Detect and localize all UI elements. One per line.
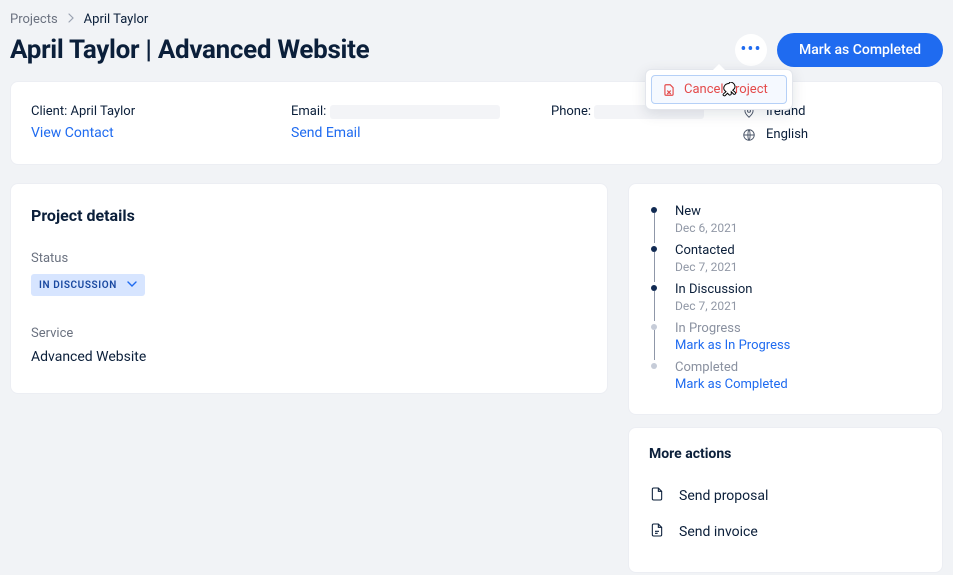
file-icon (649, 486, 665, 506)
timeline-action-link[interactable]: Mark as In Progress (675, 338, 790, 353)
project-details-heading: Project details (31, 206, 587, 225)
timeline-title: Contacted (675, 243, 738, 258)
action-item[interactable]: Send invoice (649, 514, 922, 550)
breadcrumb-root[interactable]: Projects (10, 12, 58, 27)
cancel-file-icon (662, 83, 676, 97)
status-label: Status (31, 251, 587, 266)
globe-icon (742, 128, 756, 142)
timeline-line (654, 330, 655, 360)
mark-completed-button[interactable]: Mark as Completed (777, 33, 943, 67)
page-header: April Taylor | Advanced Website ••• Mark… (10, 33, 943, 81)
timeline-list: New Dec 6, 2021 Contacted Dec 7, 2021 In… (649, 204, 922, 392)
timeline-item: In Progress Mark as In Progress (649, 321, 922, 360)
timeline-title: In Discussion (675, 282, 753, 297)
project-details-panel: Project details Status IN DISCUSSION Ser… (10, 183, 608, 394)
client-column: Client: April Taylor View Contact (31, 104, 261, 142)
cancel-project-item[interactable]: Cancel Project (651, 75, 787, 104)
language-row: English (742, 127, 922, 142)
timeline-line (654, 213, 655, 243)
timeline-date: Dec 7, 2021 (675, 260, 738, 274)
timeline-line (654, 291, 655, 321)
timeline-title: Completed (675, 360, 788, 375)
service-field: Service Advanced Website (31, 326, 587, 365)
content-grid: Project details Status IN DISCUSSION Ser… (10, 183, 943, 573)
header-actions: ••• Mark as Completed Cancel Project (735, 33, 943, 67)
status-dropdown[interactable]: IN DISCUSSION (31, 274, 145, 296)
email-redacted (330, 105, 500, 119)
breadcrumb-current: April Taylor (84, 12, 149, 27)
timeline-item: New Dec 6, 2021 (649, 204, 922, 243)
status-field: Status IN DISCUSSION (31, 251, 587, 296)
timeline-title: In Progress (675, 321, 790, 336)
timeline-item: In Discussion Dec 7, 2021 (649, 282, 922, 321)
cancel-project-label: Cancel Project (684, 82, 768, 97)
contact-panel: Client: April Taylor View Contact Email:… (10, 81, 943, 165)
service-label: Service (31, 326, 587, 341)
action-label: Send invoice (679, 524, 758, 540)
page-title: April Taylor | Advanced Website (10, 35, 369, 65)
breadcrumb: Projects April Taylor (10, 12, 943, 33)
send-email-link[interactable]: Send Email (291, 125, 521, 141)
client-label: Client: April Taylor (31, 104, 261, 119)
timeline-line (654, 369, 655, 392)
more-actions-panel: More actions Send proposal Send invoice (628, 427, 943, 573)
view-contact-link[interactable]: View Contact (31, 125, 261, 141)
timeline-item: Contacted Dec 7, 2021 (649, 243, 922, 282)
chevron-right-icon (68, 12, 74, 27)
timeline-action-link[interactable]: Mark as Completed (675, 377, 788, 392)
email-column: Email: Send Email (291, 104, 521, 142)
action-item[interactable]: Send proposal (649, 478, 922, 514)
timeline-panel: New Dec 6, 2021 Contacted Dec 7, 2021 In… (628, 183, 943, 415)
timeline-item: Completed Mark as Completed (649, 360, 922, 392)
more-actions-button[interactable]: ••• (735, 34, 767, 66)
more-icon: ••• (740, 41, 761, 59)
language-value: English (766, 127, 808, 142)
more-actions-dropdown: Cancel Project (645, 69, 793, 110)
timeline-title: New (675, 204, 738, 219)
invoice-icon (649, 522, 665, 542)
service-value: Advanced Website (31, 349, 587, 365)
more-actions-heading: More actions (649, 446, 922, 462)
timeline-line (654, 252, 655, 282)
chevron-down-icon (127, 278, 137, 292)
status-value: IN DISCUSSION (39, 280, 117, 291)
action-label: Send proposal (679, 488, 768, 504)
email-label: Email: (291, 104, 521, 119)
timeline-date: Dec 6, 2021 (675, 221, 738, 235)
timeline-date: Dec 7, 2021 (675, 299, 753, 313)
